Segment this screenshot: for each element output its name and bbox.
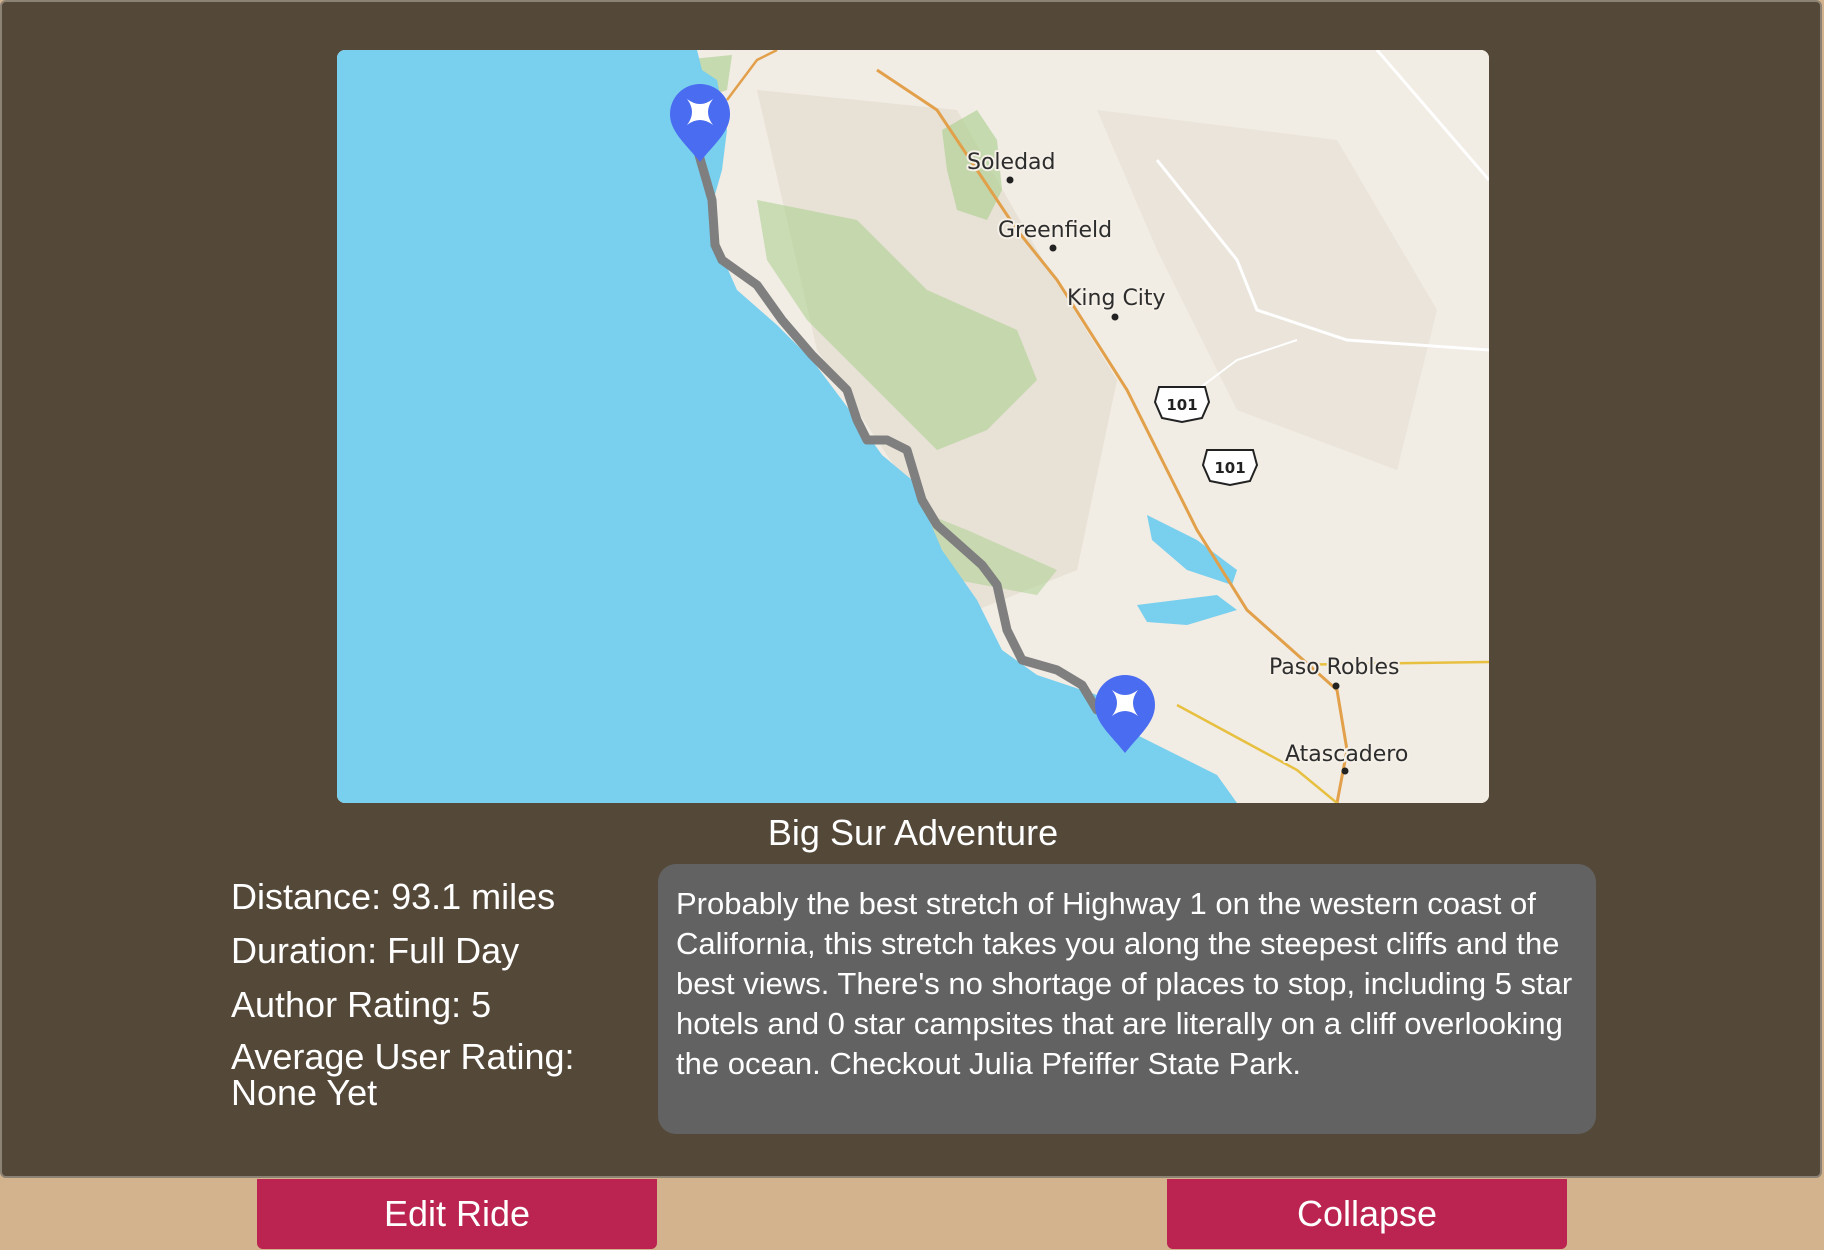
town-dot xyxy=(1332,682,1340,690)
ride-card: 101 101 Soledad Greenfield King City Pas… xyxy=(0,0,1822,1178)
highway-shield-label: 101 xyxy=(1214,459,1245,477)
highway-shield-label: 101 xyxy=(1166,396,1197,414)
place-label-paso-robles: Paso Robles xyxy=(1269,655,1400,680)
stat-distance: Distance: 93.1 miles xyxy=(231,876,556,917)
ride-description: Probably the best stretch of Highway 1 o… xyxy=(658,864,1596,1134)
place-label-greenfield: Greenfield xyxy=(998,218,1112,243)
place-label-king-city: King City xyxy=(1067,286,1166,311)
place-label-soledad: Soledad xyxy=(967,150,1055,175)
stat-average-rating-label: Average User Rating: xyxy=(231,1036,575,1077)
highway-shield: 101 xyxy=(1201,449,1259,487)
edit-ride-button[interactable]: Edit Ride xyxy=(257,1179,657,1249)
route-map[interactable]: 101 101 Soledad Greenfield King City Pas… xyxy=(337,50,1489,803)
place-label-atascadero: Atascadero xyxy=(1285,742,1408,767)
town-dot xyxy=(1049,244,1057,252)
stat-author-rating: Author Rating: 5 xyxy=(231,984,492,1025)
town-dot xyxy=(1111,313,1119,321)
ride-title: Big Sur Adventure xyxy=(767,812,1059,853)
town-dot xyxy=(1341,767,1349,775)
collapse-button[interactable]: Collapse xyxy=(1167,1179,1567,1249)
ride-stats: Distance: 93.1 miles Duration: Full Day … xyxy=(231,877,631,1125)
highway-shield: 101 xyxy=(1153,386,1211,424)
stat-average-rating-value: None Yet xyxy=(231,1072,378,1113)
map-canvas: 101 101 Soledad Greenfield King City Pas… xyxy=(337,50,1489,803)
stat-average-rating: Average User Rating: None Yet xyxy=(231,1039,631,1111)
stat-duration: Duration: Full Day xyxy=(231,930,520,971)
town-dot xyxy=(1006,176,1014,184)
